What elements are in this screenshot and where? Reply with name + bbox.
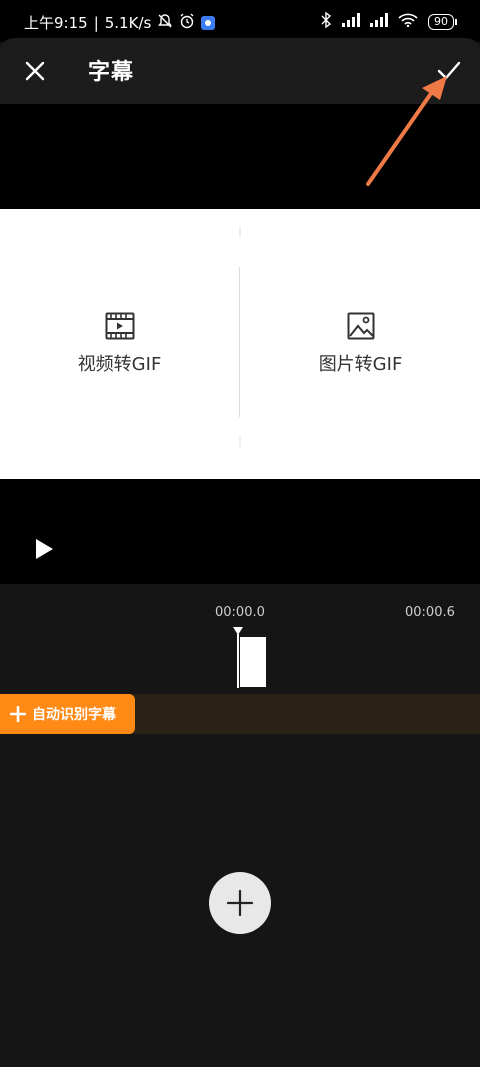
- auto-recognize-subtitle-button[interactable]: 自动识别字幕: [0, 694, 135, 734]
- time-start: 00:00.0: [215, 605, 265, 620]
- status-left: 上午9:15 | 5.1K/s: [24, 12, 216, 33]
- close-icon: [25, 61, 45, 81]
- play-button[interactable]: [34, 535, 58, 563]
- play-icon: [36, 539, 53, 559]
- timeline-panel: 00:00.0 00:00.6 自动识别字幕: [0, 584, 480, 1067]
- app-icon: [201, 15, 216, 30]
- close-button[interactable]: [18, 54, 52, 88]
- signal-icon: [342, 13, 360, 31]
- status-separator: |: [93, 13, 99, 32]
- video-preview: 视频转GIF 图片转GIF: [0, 104, 480, 584]
- status-time: 上午9:15: [24, 14, 88, 32]
- image-icon: [347, 312, 374, 340]
- header-bar: 字幕: [0, 38, 480, 104]
- confirm-button[interactable]: [432, 54, 466, 88]
- video-to-gif-label: 视频转GIF: [77, 354, 162, 375]
- panel-divider: [239, 267, 240, 417]
- alarm-icon: [179, 13, 195, 33]
- wifi-icon: [398, 13, 418, 31]
- plus-icon: [226, 889, 254, 917]
- image-to-gif-option[interactable]: 图片转GIF: [241, 209, 480, 479]
- video-to-gif-option[interactable]: 视频转GIF: [0, 209, 239, 479]
- playhead-line: [237, 634, 239, 688]
- add-subtitle-button[interactable]: [209, 872, 271, 934]
- check-icon: [437, 61, 461, 80]
- auto-recognize-label: 自动识别字幕: [32, 707, 116, 723]
- status-bar: 上午9:15 | 5.1K/s 90: [0, 0, 480, 42]
- film-icon: [105, 312, 134, 340]
- status-right: 90: [320, 11, 457, 32]
- network-speed: 5.1K/s: [104, 13, 152, 32]
- video-clip-thumbnail[interactable]: [240, 637, 266, 687]
- page-title: 字幕: [88, 60, 135, 85]
- bluetooth-icon: [320, 11, 332, 32]
- signal-icon: [370, 13, 388, 31]
- battery-icon: 90: [428, 14, 457, 30]
- image-to-gif-label: 图片转GIF: [318, 354, 403, 375]
- plus-icon: [10, 706, 26, 722]
- time-next: 00:00.6: [405, 605, 455, 620]
- preview-frame: 视频转GIF 图片转GIF: [0, 209, 480, 479]
- mute-icon: [157, 13, 173, 33]
